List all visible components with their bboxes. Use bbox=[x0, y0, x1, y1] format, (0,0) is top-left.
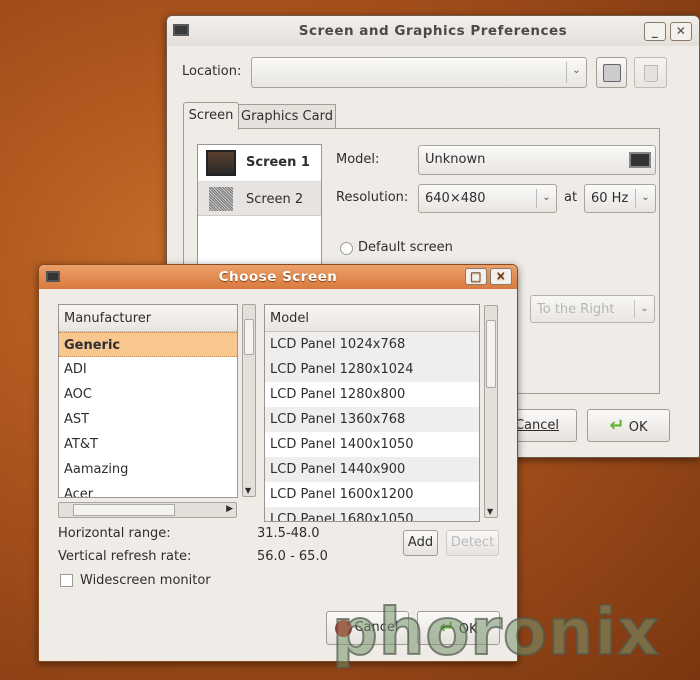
scroll-thumb[interactable] bbox=[244, 319, 254, 355]
screen-label: Screen 2 bbox=[246, 192, 304, 207]
model-label: Model: bbox=[336, 152, 380, 167]
resolution-label: Resolution: bbox=[336, 190, 409, 205]
model-row[interactable]: LCD Panel 1360x768 bbox=[265, 407, 479, 432]
minimize-button[interactable]: _ bbox=[644, 22, 666, 41]
chevron-down-icon: ⌄ bbox=[635, 189, 655, 208]
refresh-value: 60 Hz bbox=[591, 191, 629, 206]
widescreen-checkbox[interactable] bbox=[60, 574, 73, 587]
chevron-down-icon: ⌄ bbox=[566, 62, 586, 83]
resolution-value: 640×480 bbox=[425, 191, 486, 206]
scroll-thumb[interactable] bbox=[486, 320, 496, 388]
model-row[interactable]: LCD Panel 1440x900 bbox=[265, 457, 479, 482]
detect-label: Detect bbox=[450, 535, 495, 550]
monitor-icon bbox=[46, 271, 60, 282]
ok-label: OK bbox=[628, 420, 648, 435]
manufacturer-row[interactable]: Aamazing bbox=[59, 457, 237, 482]
trash-icon bbox=[643, 65, 658, 82]
scroll-thumb[interactable] bbox=[73, 504, 175, 516]
add-label: Add bbox=[407, 535, 434, 550]
vertical-refresh-value: 56.0 - 65.0 bbox=[257, 549, 328, 564]
arrow-right-icon[interactable]: ▶ bbox=[226, 504, 233, 514]
add-button[interactable]: Add bbox=[403, 530, 438, 556]
manufacturer-row[interactable]: ADI bbox=[59, 357, 237, 382]
main-title: Screen and Graphics Preferences bbox=[298, 23, 568, 39]
at-label: at bbox=[564, 190, 578, 205]
horizontal-range-label: Horizontal range: bbox=[58, 526, 171, 541]
refresh-combo[interactable]: 60 Hz ⌄ bbox=[584, 184, 656, 213]
monitor-icon bbox=[173, 24, 189, 36]
close-button[interactable]: ✕ bbox=[490, 268, 512, 285]
close-button[interactable]: ✕ bbox=[670, 22, 692, 41]
tab-label: Screen bbox=[188, 108, 234, 123]
manufacturer-row[interactable]: AT&T bbox=[59, 432, 237, 457]
phoronix-watermark: phoronix bbox=[331, 596, 660, 670]
resolution-combo[interactable]: 640×480 ⌄ bbox=[418, 184, 557, 213]
model-header[interactable]: Model bbox=[265, 305, 479, 332]
arrow-down-icon[interactable]: ▼ bbox=[245, 486, 251, 495]
manufacturer-vscrollbar[interactable]: ▼ bbox=[242, 304, 256, 497]
chevron-down-icon: ⌄ bbox=[536, 189, 556, 208]
screen-label: Screen 1 bbox=[246, 155, 310, 170]
detect-button[interactable]: Detect bbox=[446, 530, 499, 556]
location-combo[interactable]: ⌄ bbox=[251, 57, 587, 88]
screen-item-1[interactable]: Screen 1 bbox=[198, 145, 321, 181]
default-screen-radio[interactable] bbox=[340, 242, 353, 255]
save-button[interactable] bbox=[596, 57, 627, 88]
model-row[interactable]: LCD Panel 1400x1050 bbox=[265, 432, 479, 457]
manufacturer-list[interactable]: Manufacturer Generic ADI AOC AST AT&T Aa… bbox=[58, 304, 238, 498]
screen-item-2[interactable]: Screen 2 bbox=[198, 181, 321, 216]
manufacturer-hscrollbar[interactable]: ▶ bbox=[58, 502, 237, 518]
enter-arrow-icon: ↵ bbox=[609, 415, 625, 436]
model-combo[interactable]: Unknown bbox=[418, 145, 656, 175]
manufacturer-row[interactable]: AOC bbox=[59, 382, 237, 407]
manufacturer-header[interactable]: Manufacturer bbox=[59, 305, 237, 332]
manufacturer-row[interactable]: Acer bbox=[59, 482, 237, 497]
tab-label: Graphics Card bbox=[241, 109, 333, 124]
chevron-down-icon: ⌄ bbox=[634, 300, 654, 318]
model-row[interactable]: LCD Panel 1680x1050 bbox=[265, 507, 479, 521]
model-row[interactable]: LCD Panel 1280x1024 bbox=[265, 357, 479, 382]
dialog-title: Choose Screen bbox=[218, 269, 338, 285]
model-vscrollbar[interactable]: ▼ bbox=[484, 305, 498, 518]
horizontal-range-value: 31.5-48.0 bbox=[257, 526, 320, 541]
position-combo[interactable]: To the Right ⌄ bbox=[530, 295, 655, 323]
widescreen-label: Widescreen monitor bbox=[80, 573, 211, 588]
model-row[interactable]: LCD Panel 1280x800 bbox=[265, 382, 479, 407]
vertical-refresh-label: Vertical refresh rate: bbox=[58, 549, 192, 564]
dialog-titlebar[interactable]: Choose Screen □ ✕ bbox=[39, 265, 517, 289]
model-row[interactable]: LCD Panel 1024x768 bbox=[265, 332, 479, 357]
model-value: Unknown bbox=[425, 152, 486, 167]
location-label: Location: bbox=[182, 64, 242, 79]
monitor-icon bbox=[629, 152, 651, 168]
laptop-icon bbox=[206, 150, 236, 176]
floppy-icon bbox=[602, 64, 621, 82]
cancel-label: Cancel bbox=[514, 418, 560, 433]
manufacturer-row[interactable]: Generic bbox=[59, 332, 237, 357]
model-list[interactable]: Model LCD Panel 1024x768 LCD Panel 1280x… bbox=[264, 304, 480, 522]
main-titlebar[interactable]: Screen and Graphics Preferences _ ✕ bbox=[167, 16, 699, 46]
model-row[interactable]: LCD Panel 1600x1200 bbox=[265, 482, 479, 507]
delete-button[interactable] bbox=[634, 57, 667, 88]
manufacturer-row[interactable]: AST bbox=[59, 407, 237, 432]
monitor-icon bbox=[209, 187, 233, 211]
arrow-down-icon[interactable]: ▼ bbox=[487, 507, 493, 516]
ok-button[interactable]: ↵ OK bbox=[587, 409, 670, 442]
position-value: To the Right bbox=[537, 302, 615, 317]
tab-graphics-card[interactable]: Graphics Card bbox=[238, 104, 336, 129]
tab-screen[interactable]: Screen bbox=[183, 102, 239, 130]
default-screen-label: Default screen bbox=[358, 240, 453, 255]
maximize-button[interactable]: □ bbox=[465, 268, 487, 285]
